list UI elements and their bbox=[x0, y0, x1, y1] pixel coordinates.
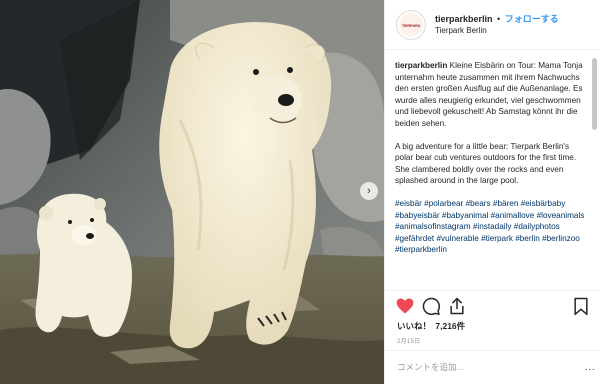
comment-input[interactable] bbox=[397, 356, 589, 378]
post-side-panel: TIERPARK tierparkberlin • フォローする Tierpar… bbox=[384, 0, 600, 384]
profile-avatar[interactable]: TIERPARK bbox=[396, 10, 426, 40]
hashtag-link[interactable]: #animallove bbox=[491, 211, 535, 220]
chevron-right-icon: › bbox=[367, 184, 371, 197]
tierpark-logo: TIERPARK bbox=[399, 13, 423, 37]
caption-german-text: Kleine Eisbärin on Tour: Mama Tonja unte… bbox=[395, 61, 583, 128]
hashtag-link[interactable]: #tierpark bbox=[481, 234, 513, 243]
comment-icon[interactable] bbox=[421, 296, 441, 316]
hashtag-link[interactable]: #babyanimal bbox=[442, 211, 488, 220]
hashtag-list: #eisbär #polarbear #bears #bären #eisbär… bbox=[395, 198, 589, 256]
hashtag-link[interactable]: #berlin bbox=[515, 234, 540, 243]
likes-label: いいね！ bbox=[397, 321, 432, 331]
hashtag-link[interactable]: #vulnerable bbox=[436, 234, 478, 243]
caption-english: A big adventure for a little bear: Tierp… bbox=[395, 141, 577, 186]
instagram-post: › TIERPARK tierparkberlin • フォローする Tierp… bbox=[0, 0, 600, 384]
hashtag-link[interactable]: #eisbärbaby bbox=[521, 199, 566, 208]
hashtag-link[interactable]: #polarbear bbox=[424, 199, 463, 208]
polar-bears-image bbox=[0, 0, 384, 384]
bookmark-icon[interactable] bbox=[571, 296, 591, 316]
header-username[interactable]: tierparkberlin bbox=[435, 14, 493, 24]
likes-summary[interactable]: いいね！ 7,216件 bbox=[397, 320, 465, 332]
location-link[interactable]: Tierpark Berlin bbox=[435, 26, 487, 35]
likes-count: 7,216件 bbox=[435, 321, 466, 331]
header-user-line: tierparkberlin • フォローする bbox=[435, 12, 559, 25]
divider bbox=[385, 350, 600, 351]
hashtag-link[interactable]: #animalsofinstagram bbox=[395, 222, 471, 231]
caption: tierparkberlin Kleine Eisbärin on Tour: … bbox=[395, 60, 589, 290]
post-date: 2月15日 bbox=[397, 339, 421, 345]
caption-scrollbar[interactable] bbox=[592, 58, 597, 288]
caption-german: tierparkberlin Kleine Eisbärin on Tour: … bbox=[395, 60, 589, 130]
heart-icon[interactable] bbox=[395, 296, 415, 316]
hashtag-link[interactable]: #bären bbox=[493, 199, 519, 208]
more-options-icon[interactable]: ... bbox=[585, 362, 596, 372]
hashtag-link[interactable]: #bears bbox=[466, 199, 491, 208]
action-bar bbox=[385, 294, 600, 318]
follow-button[interactable]: フォローする bbox=[505, 14, 559, 24]
scrollbar-thumb[interactable] bbox=[592, 58, 597, 130]
share-icon[interactable] bbox=[447, 296, 467, 316]
caption-username[interactable]: tierparkberlin bbox=[395, 61, 447, 70]
hashtag-link[interactable]: #babyeisbär bbox=[395, 211, 440, 220]
hashtag-link[interactable]: #dailyphotos bbox=[514, 222, 560, 231]
hashtag-link[interactable]: #tierparkberlin bbox=[395, 245, 447, 254]
header-separator: • bbox=[497, 14, 501, 24]
post-header: TIERPARK tierparkberlin • フォローする Tierpar… bbox=[385, 0, 600, 50]
avatar-logo-text: TIERPARK bbox=[401, 22, 421, 28]
hashtag-link[interactable]: #instadaily bbox=[473, 222, 512, 231]
post-photo[interactable]: › bbox=[0, 0, 384, 384]
hashtag-link[interactable]: #eisbär bbox=[395, 199, 422, 208]
hashtag-link[interactable]: #gefährdet bbox=[395, 234, 434, 243]
next-photo-button[interactable]: › bbox=[360, 182, 378, 200]
hashtag-link[interactable]: #loveanimals bbox=[537, 211, 585, 220]
divider bbox=[385, 290, 600, 291]
hashtag-link[interactable]: #berlinzoo bbox=[542, 234, 580, 243]
